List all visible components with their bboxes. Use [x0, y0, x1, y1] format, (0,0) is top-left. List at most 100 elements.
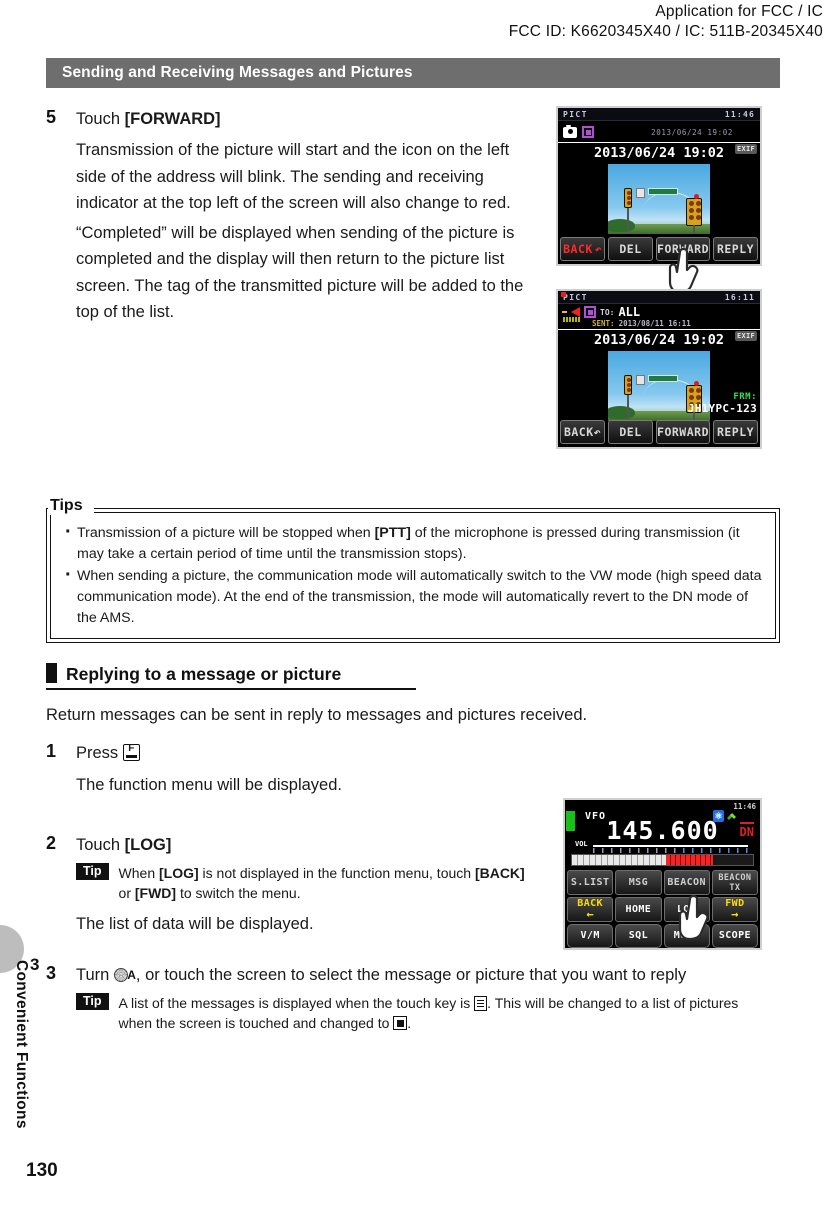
screen3-key-sql[interactable]: SQL — [615, 924, 662, 948]
step-5-heading: Touch [FORWARD] — [76, 106, 536, 132]
step-5-paragraph-1: Transmission of the picture will start a… — [76, 141, 511, 212]
screen2-reply-key-label: REPLY — [716, 425, 755, 439]
step-2-tip: Tip When [LOG] is not displayed in the f… — [76, 863, 546, 903]
screen1-back-key[interactable]: BACK ↶ — [560, 237, 606, 261]
tips-item-0-a: Transmission of a picture will be stoppe… — [77, 525, 375, 541]
screen3-key-back[interactable]: BACK ← — [567, 897, 614, 922]
photo-bush — [608, 406, 635, 419]
photo-traffic-light-left — [624, 375, 632, 395]
screen3-key-slist[interactable]: S.LIST — [567, 870, 614, 895]
photo-pole-right — [693, 225, 695, 234]
page-number: 130 — [26, 1160, 58, 1181]
step-3-heading: Turn A, or touch the screen to select th… — [76, 962, 791, 988]
screen3-key-home[interactable]: HOME — [615, 897, 662, 922]
screen3-key-fwd[interactable]: FWD → — [711, 897, 758, 922]
step-1-number: 1 — [46, 741, 57, 761]
screen2-del-key[interactable]: DEL — [608, 420, 654, 444]
screen1-del-key-label: DEL — [619, 242, 642, 256]
screen3-frequency: 145.600 — [606, 816, 719, 845]
meter-segment-empty — [713, 855, 753, 865]
screen3-data-mode: DN — [739, 822, 754, 839]
photo-traffic-light-left — [624, 188, 632, 208]
step-5-number: 5 — [46, 107, 57, 127]
screen3-scale-line — [593, 845, 748, 847]
screen1-del-key[interactable]: DEL — [608, 237, 654, 261]
step-2-body: The list of data will be displayed. — [76, 915, 314, 933]
screen2-back-key-label: BACK — [563, 425, 594, 439]
screen3-key-scope[interactable]: SCOPE — [711, 924, 758, 948]
screen3-key-mute[interactable]: MUTE — [663, 924, 710, 948]
dial-knob-icon: A — [113, 968, 136, 983]
step-2-tip-key1: [LOG] — [159, 865, 199, 881]
screen3-key-scope-label: SCOPE — [718, 930, 751, 941]
photo-light-column-1 — [689, 201, 694, 206]
screen2-key-row: BACK ↶ DEL FORWARD REPLY — [560, 420, 759, 444]
step-2: 2 Touch [LOG] Tip When [LOG] is not disp… — [46, 832, 546, 938]
fcc-application-stamp: Application for FCC / IC FCC ID: K662034… — [509, 2, 823, 42]
step-3-head-b: , or touch the screen to select the mess… — [135, 966, 687, 984]
tips-list: Transmission of a picture will be stoppe… — [61, 522, 765, 629]
screen3-scale-ticks-blue — [683, 848, 748, 853]
step-2-tip-d: to switch the menu. — [176, 885, 301, 901]
function-key-icon — [122, 743, 140, 761]
step-5-head-prefix: Touch — [76, 110, 125, 128]
screen2-reply-key[interactable]: REPLY — [713, 420, 759, 444]
photo-pole-left — [627, 208, 629, 232]
picture-mode-icon — [584, 306, 596, 318]
subsection-heading-title: Replying to a message or picture — [66, 664, 342, 684]
picture-list-icon — [393, 1016, 408, 1030]
screen1-icon-row: 2013/06/24 19:02 — [558, 121, 760, 143]
screen1-reply-key[interactable]: REPLY — [713, 237, 759, 261]
screen3-key-vm[interactable]: V/M — [567, 924, 614, 948]
photo-red-light — [694, 381, 699, 386]
screen3-key-log[interactable]: LOG — [663, 897, 710, 922]
tips-item-0-key: [PTT] — [374, 525, 411, 541]
step-1: 1 Press The function menu will be displa… — [46, 740, 526, 799]
tips-list-item: Transmission of a picture will be stoppe… — [61, 522, 765, 565]
device-screenshot-vfo-menu: 11:46 VFO ⚛ 145.600 DN VOL S.LIST MSG BE… — [563, 798, 762, 950]
screen2-sent-label: SENT: — [592, 319, 615, 328]
sidebar-chapter-label: Convenient Functions — [13, 960, 30, 1129]
sidebar-chapter-number: 3 — [30, 955, 40, 974]
screen2-forward-key-label: FORWARD — [657, 425, 709, 439]
step-1-head-text: Press — [76, 744, 119, 762]
rx-indicator-icon — [561, 292, 566, 297]
screen3-key-msg[interactable]: MSG — [615, 870, 662, 895]
screen3-key-slist-label: S.LIST — [570, 876, 610, 888]
tips-box-wrapper: Tips Transmission of a picture will be s… — [46, 497, 780, 643]
screen3-key-beacon[interactable]: BEACON — [663, 870, 710, 895]
screen1-forward-key[interactable]: FORWARD — [656, 237, 710, 261]
screen3-key-home-label: HOME — [625, 903, 652, 915]
step-5: 5 Touch [FORWARD] Transmission of the pi… — [46, 106, 536, 326]
screen1-photo-thumbnail — [608, 164, 710, 234]
screen3-key-beacon-tx[interactable]: BEACON TX — [711, 870, 758, 895]
screen1-back-key-label: BACK — [563, 242, 593, 256]
step-2-tip-text: When [LOG] is not displayed in the funct… — [119, 863, 539, 903]
screen2-to-label: TO: — [600, 307, 615, 317]
device-screenshot-pict-received: PICT 16:11 TO: ALL SENT: 2013/08/11 16:1… — [556, 289, 762, 449]
screen2-to-value: ALL — [618, 305, 641, 319]
step-3-tip-c: . — [407, 1015, 412, 1031]
screen3-function-row-3: V/M SQL MUTE SCOPE — [567, 924, 758, 948]
step-5-head-key: [FORWARD] — [124, 110, 221, 128]
step-3-tip-text: A list of the messages is displayed when… — [119, 993, 754, 1033]
tips-list-item: When sending a picture, the communicatio… — [61, 565, 765, 629]
section-header-title: Sending and Receiving Messages and Pictu… — [62, 64, 413, 81]
screen2-status-bar: PICT 16:11 — [558, 291, 760, 304]
screen3-key-log-label: LOG — [676, 903, 697, 915]
screen2-forward-key[interactable]: FORWARD — [656, 420, 710, 444]
screen3-key-vm-label: V/M — [580, 930, 600, 941]
photo-box-sign — [636, 188, 645, 198]
screen1-canvas: PICT 11:46 2013/06/24 19:02 2013/06/24 1… — [558, 108, 760, 264]
screen2-back-key[interactable]: BACK ↶ — [560, 420, 606, 444]
subsection-heading: Replying to a message or picture — [46, 663, 416, 690]
tip-chip: Tip — [76, 993, 109, 1010]
step-2-tip-key3: [FWD] — [134, 885, 177, 901]
tips-title: Tips — [50, 497, 89, 515]
step-2-tip-b: is not displayed in the function menu, t… — [198, 865, 475, 881]
screen3-key-msg-label: MSG — [628, 876, 648, 888]
back-arrow-icon: ↶ — [593, 425, 602, 439]
fcc-stamp-line2: FCC ID: K6620345X40 / IC: 511B-20345X40 — [508, 23, 823, 40]
subsection-intro-text: Return messages can be sent in reply to … — [46, 706, 588, 724]
screen2-from-block: FRM: JH1YPC-123 — [688, 392, 757, 415]
